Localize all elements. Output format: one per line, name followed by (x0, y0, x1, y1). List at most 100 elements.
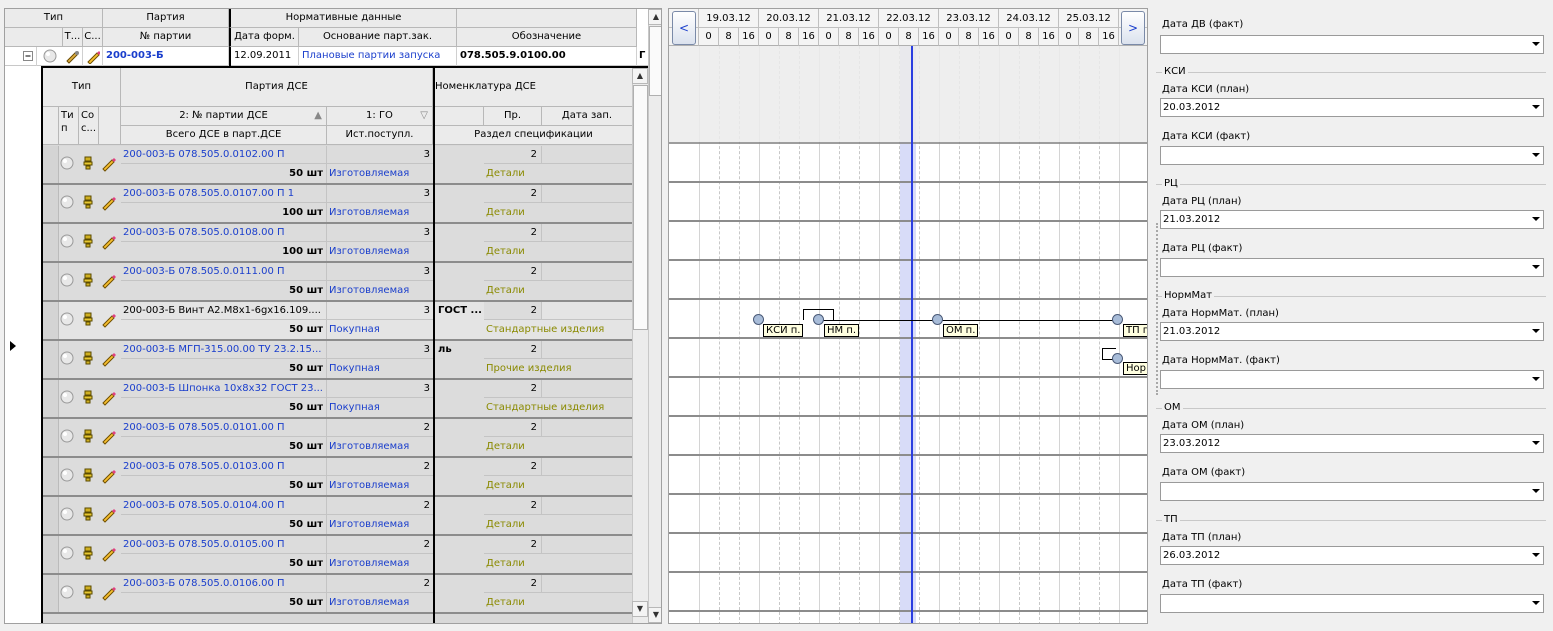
pencil-icon[interactable] (101, 273, 116, 289)
col-group-type[interactable]: Тип (5, 9, 103, 28)
dse-name[interactable]: 200-003-Б 078.505.0.0111.00 П (121, 263, 327, 281)
outer-scroll-thumb[interactable] (649, 26, 661, 96)
plan-date-combo[interactable]: 21.03.2012 (1160, 322, 1544, 341)
pencil-icon[interactable] (83, 47, 103, 66)
dse-name[interactable]: 200-003-Б 078.505.0.0105.00 П (121, 536, 327, 554)
col-party-no[interactable]: № партии (103, 28, 229, 47)
dse-row[interactable]: 200-003-Б Шпонка 10x8x32 ГОСТ 23... 50 шт… (43, 380, 633, 419)
milestone-nor[interactable] (1112, 353, 1123, 364)
gantt-prev-button[interactable]: < (672, 11, 696, 45)
dse-row[interactable]: 200-003-Б 078.505.0.0101.00 П 50 шт 2 Изгот… (43, 419, 633, 458)
icol-date-zap[interactable]: Дата зап. (542, 107, 633, 126)
row-selector[interactable] (43, 302, 59, 339)
row-selector[interactable] (43, 341, 59, 378)
col-group-party[interactable]: Партия (103, 9, 229, 28)
day-header: 20.03.12 (759, 9, 819, 28)
dse-row[interactable]: 200-003-Б Винт A2.M8x1-6gx16.109.... 50 ш… (43, 302, 633, 341)
icol-nomenclature[interactable]: Номенклатура ДСЕ (435, 68, 633, 107)
pencil-icon[interactable] (101, 507, 116, 523)
milestone-nm[interactable] (813, 314, 824, 325)
scroll-up-button[interactable]: ▲ (632, 68, 648, 84)
pencil-icon[interactable] (101, 585, 116, 601)
row-selector[interactable] (43, 536, 59, 573)
dse-name[interactable]: 200-003-Б 078.505.0.0103.00 П (121, 458, 327, 476)
dse-row[interactable]: 200-003-Б 078.505.0.0105.00 П 50 шт 2 Изгот… (43, 536, 633, 575)
col-date-form[interactable]: Дата форм. (229, 28, 299, 47)
dse-name[interactable]: 200-003-Б 078.505.0.0101.00 П (121, 419, 327, 437)
icol-source[interactable]: Ист.поступл. (327, 126, 433, 145)
icol-party-dse[interactable]: Партия ДСЕ (121, 68, 433, 107)
row-selector[interactable] (43, 380, 59, 417)
milestone-tp[interactable] (1112, 314, 1123, 325)
col-t[interactable]: Т... (63, 28, 83, 47)
icol-section[interactable]: Раздел спецификации (435, 126, 633, 145)
dse-row[interactable]: 200-003-Б 078.505.0.0102.00 П 50 шт 3 Изгот… (43, 146, 633, 185)
icol-type[interactable]: Тип (43, 68, 121, 107)
fact-date-combo[interactable] (1160, 370, 1544, 389)
pencil-icon[interactable] (101, 429, 116, 445)
dse-row[interactable]: 200-003-Б 078.505.0.0106.00 П 50 шт 2 Изгот… (43, 575, 633, 614)
icol-sort-go[interactable]: 1: ГО ▽ (327, 107, 433, 126)
pencil-icon[interactable] (101, 468, 116, 484)
dv-fact-combo[interactable] (1160, 35, 1544, 54)
fact-date-combo[interactable] (1160, 146, 1544, 165)
row-selector[interactable] (43, 497, 59, 534)
row-selector[interactable] (43, 419, 59, 456)
milestone-om[interactable] (932, 314, 943, 325)
dse-row[interactable]: 200-003-Б 078.505.0.0111.00 П 50 шт 3 Изгот… (43, 263, 633, 302)
outer-scroll-down-button[interactable]: ▼ (648, 607, 661, 623)
party-no-value[interactable]: 200-003-Б (103, 47, 229, 66)
pencil-icon[interactable] (101, 234, 116, 250)
icol-total[interactable]: Всего ДСЕ в парт.ДСЕ (121, 126, 327, 145)
splitter-grip[interactable] (1156, 223, 1160, 395)
col-basis[interactable]: Основание парт.зак. (299, 28, 457, 47)
pencil-icon[interactable] (101, 195, 116, 211)
dse-name[interactable]: 200-003-Б 078.505.0.0108.00 П (121, 224, 327, 242)
dse-row[interactable]: 200-003-Б МГП-315.00.00 ТУ 23.2.15... 50 … (43, 341, 633, 380)
row-selector[interactable] (43, 458, 59, 495)
fact-date-combo[interactable] (1160, 482, 1544, 501)
dse-row[interactable]: 200-003-Б 078.505.0.0108.00 П 100 шт 3 Изго… (43, 224, 633, 263)
fact-date-combo[interactable] (1160, 258, 1544, 277)
row-selector[interactable] (43, 146, 59, 183)
dse-row[interactable]: 200-003-Б 078.505.0.0103.00 П 50 шт 2 Изгот… (43, 458, 633, 497)
row-selector[interactable] (43, 185, 59, 222)
row-selector[interactable] (43, 263, 59, 300)
outer-scroll-up-button[interactable]: ▲ (648, 9, 661, 25)
plan-date-combo[interactable]: 20.03.2012 (1160, 98, 1544, 117)
dse-name[interactable]: 200-003-Б 078.505.0.0104.00 П (121, 497, 327, 515)
scroll-thumb[interactable] (633, 85, 648, 330)
plan-date-combo[interactable]: 21.03.2012 (1160, 210, 1544, 229)
scroll-down-button[interactable]: ▼ (632, 601, 648, 617)
col-designation[interactable]: Обозначение (457, 28, 637, 47)
plan-date-combo[interactable]: 26.03.2012 (1160, 546, 1544, 565)
party-row[interactable]: 200-003-Б 12.09.2011 Плановые партии зап… (5, 47, 650, 66)
icol-co[interactable]: Со с... (79, 107, 99, 145)
col-group-normative[interactable]: Нормативные данные (229, 9, 457, 28)
collapse-toggle[interactable] (23, 47, 37, 66)
dse-name[interactable]: 200-003-Б Шпонка 10x8x32 ГОСТ 23... (121, 380, 327, 398)
pencil-icon[interactable] (101, 390, 116, 406)
pencil-icon[interactable] (101, 156, 116, 172)
dse-name[interactable]: 200-003-Б МГП-315.00.00 ТУ 23.2.15... (121, 341, 327, 359)
dse-name[interactable]: 200-003-Б Винт A2.M8x1-6gx16.109.... (121, 302, 327, 320)
pencil-icon[interactable] (101, 312, 116, 328)
icol-pr[interactable]: Пр. (484, 107, 542, 126)
pencil-icon[interactable] (101, 546, 116, 562)
inner-vscrollbar[interactable]: ▲ ▼ (632, 68, 648, 623)
dse-name[interactable]: 200-003-Б 078.505.0.0107.00 П 1 (121, 185, 327, 203)
pencil-icon[interactable] (101, 351, 116, 367)
fact-date-combo[interactable] (1160, 594, 1544, 613)
icol-ti[interactable]: Ти п (59, 107, 79, 145)
gantt-next-button[interactable]: > (1121, 11, 1145, 45)
dse-name[interactable]: 200-003-Б 078.505.0.0102.00 П (121, 146, 327, 164)
outer-vscrollbar[interactable]: ▲ ▼ (648, 9, 661, 623)
row-selector[interactable] (43, 224, 59, 261)
row-selector[interactable] (43, 575, 59, 612)
col-c[interactable]: С... (83, 28, 103, 47)
dse-name[interactable]: 200-003-Б 078.505.0.0106.00 П (121, 575, 327, 593)
icol-sort-party[interactable]: 2: № партии ДСЕ ▲ (121, 107, 327, 126)
dse-row[interactable]: 200-003-Б 078.505.0.0104.00 П 50 шт 2 Изгот… (43, 497, 633, 536)
plan-date-combo[interactable]: 23.03.2012 (1160, 434, 1544, 453)
dse-row[interactable]: 200-003-Б 078.505.0.0107.00 П 1 100 шт 3 Из… (43, 185, 633, 224)
